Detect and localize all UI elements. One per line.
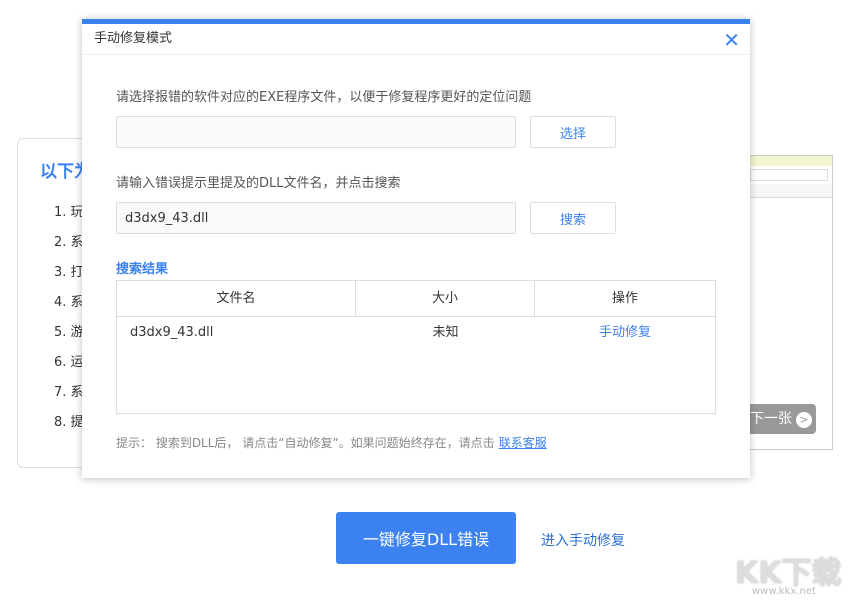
screenshot-preview: 下一张 > (745, 155, 833, 450)
column-header: 大小 (356, 281, 535, 316)
results-title: 搜索结果 (116, 262, 169, 277)
list-item: 4. 系 (54, 295, 84, 310)
window-titlebar (746, 156, 832, 166)
list-item: 5. 游 (54, 325, 84, 340)
table-row: d3dx9_43.dll 未知 手动修复 (117, 317, 715, 349)
enter-manual-repair-link[interactable]: 进入手动修复 (541, 530, 625, 550)
address-bar (750, 169, 828, 181)
results-table: 文件名 大小 操作 d3dx9_43.dll 未知 手动修复 (116, 280, 716, 414)
list-item: 7. 系 (54, 385, 84, 400)
list-item: 3. 打 (54, 265, 84, 280)
manual-repair-dialog: 手动修复模式 ✕ 请选择报错的软件对应的EXE程序文件，以便于修复程序更好的定位… (82, 19, 750, 478)
exe-path-input[interactable] (116, 116, 516, 148)
contact-support-link[interactable]: 联系客服 (499, 436, 547, 450)
next-image-button[interactable]: 下一张 > (746, 404, 816, 434)
chevron-right-icon: > (796, 412, 812, 428)
file-name: d3dx9_43.dll (130, 325, 214, 340)
list-item: 1. 玩 (54, 205, 84, 220)
column-header: 操作 (611, 291, 638, 306)
dll-name-input[interactable] (116, 202, 516, 234)
watermark-url: www.kkx.net (752, 586, 816, 597)
toolbar (746, 184, 832, 198)
dll-label: 请输入错误提示里提及的DLL文件名，并点击搜索 (116, 176, 401, 191)
exe-label: 请选择报错的软件对应的EXE程序文件，以便于修复程序更好的定位问题 (116, 90, 532, 105)
list-item: 8. 提 (54, 415, 84, 430)
manual-repair-link[interactable]: 手动修复 (535, 317, 715, 349)
choose-button[interactable]: 选择 (530, 116, 616, 148)
file-size: 未知 (432, 325, 459, 340)
cause-list: 1. 玩 2. 系 3. 打 4. 系 5. 游 6. 运 7. 系 8. 提 (54, 201, 84, 441)
dialog-title: 手动修复模式 (82, 24, 750, 55)
list-item: 6. 运 (54, 355, 84, 370)
column-header: 文件名 (117, 281, 356, 316)
one-click-fix-button[interactable]: 一键修复DLL错误 (336, 512, 516, 564)
list-item: 2. 系 (54, 235, 84, 250)
search-button[interactable]: 搜索 (530, 202, 616, 234)
table-header: 文件名 大小 操作 (117, 281, 715, 317)
tip-text: 提示： 搜索到DLL后， 请点击“自动修复”。如果问题始终存在，请点击 联系客服 (116, 436, 547, 450)
close-icon[interactable]: ✕ (723, 28, 740, 52)
